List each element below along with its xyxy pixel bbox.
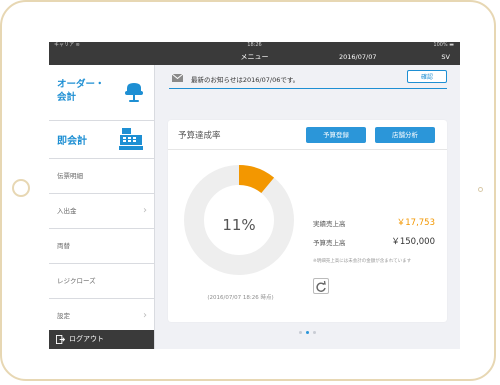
sidebar-item-label: レジクローズ (57, 277, 96, 285)
nav-bar: メニュー 2016/07/07 SV (49, 49, 460, 65)
sidebar-item-label: 設定 (57, 312, 70, 320)
cash-register-icon (119, 128, 143, 150)
logout-icon (56, 335, 65, 344)
page-title: メニュー (240, 53, 269, 61)
actual-sales-label: 実績売上高 (313, 220, 346, 228)
sidebar: オーダー・ 会計 即会計 伝票明細 入出金 › 両替 レジクローズ 設定 › ロ… (49, 65, 155, 349)
card-divider (168, 149, 447, 150)
sidebar-item-cash-in-out[interactable]: 入出金 › (49, 194, 154, 229)
notice-bar: 最新のお知らせは2016/07/06です。 確認 (169, 70, 447, 89)
notice-text: 最新のお知らせは2016/07/06です。 (191, 76, 300, 84)
refresh-icon (316, 280, 326, 292)
status-bar: キャリア ≋ 18:26 100% ▬ (49, 42, 460, 49)
sidebar-item-label: 伝票明細 (57, 172, 83, 180)
battery-indicator: 100% ▬ (433, 42, 454, 48)
sidebar-item-slip-details[interactable]: 伝票明細 (49, 159, 154, 194)
logout-label: ログアウト (69, 335, 104, 343)
confirm-button[interactable]: 確認 (407, 70, 447, 83)
budget-sales-value: ￥150,000 (391, 237, 435, 247)
home-button[interactable] (12, 179, 30, 197)
budget-sales-label: 予算売上高 (313, 239, 346, 247)
sidebar-item-order[interactable]: オーダー・ 会計 (49, 65, 154, 121)
sidebar-item-settings[interactable]: 設定 › (49, 299, 154, 334)
page-dot[interactable] (299, 331, 302, 334)
page-dot[interactable] (313, 331, 316, 334)
sidebar-item-label: 会計 (57, 92, 77, 103)
chevron-right-icon: › (143, 310, 147, 321)
user-name[interactable]: SV (441, 49, 450, 65)
budget-sales-row: 予算売上高 ￥150,000 (313, 237, 435, 247)
budget-title: 予算達成率 (178, 131, 221, 141)
chevron-right-icon: › (143, 205, 147, 216)
page-dot-active[interactable] (306, 331, 309, 334)
sidebar-item-label: 即会計 (57, 136, 87, 147)
store-analysis-button[interactable]: 店舗分析 (375, 127, 435, 143)
mail-icon (172, 74, 183, 82)
sidebar-item-label: 両替 (57, 242, 70, 250)
sidebar-item-exchange[interactable]: 両替 (49, 229, 154, 264)
budget-card: 予算達成率 予算登録 店舗分析 11% (2016/07/07 18:26 時点… (168, 120, 447, 322)
as-of-timestamp: (2016/07/07 18:26 時点) (207, 295, 274, 301)
business-date: 2016/07/07 (339, 53, 377, 61)
logout-button[interactable]: ログアウト (49, 330, 154, 349)
sales-footnote: ※明細売上高には未会計の金額が含まれています (313, 259, 412, 264)
sidebar-item-register-close[interactable]: レジクローズ (49, 264, 154, 299)
refresh-button[interactable] (313, 278, 329, 294)
achievement-percent: 11% (222, 216, 256, 234)
status-time: 18:26 (247, 42, 262, 48)
actual-sales-value: ￥17,753 (396, 218, 435, 228)
chair-icon (125, 83, 143, 102)
sidebar-item-label: 入出金 (57, 207, 77, 215)
actual-sales-row: 実績売上高 ￥17,753 (313, 218, 435, 228)
app-screen: キャリア ≋ 18:26 100% ▬ メニュー 2016/07/07 SV オ… (49, 42, 460, 349)
sidebar-item-quick-checkout[interactable]: 即会計 (49, 121, 154, 159)
page-indicator (299, 331, 323, 335)
budget-register-button[interactable]: 予算登録 (306, 127, 366, 143)
camera-icon (478, 187, 483, 192)
tablet-frame: キャリア ≋ 18:26 100% ▬ メニュー 2016/07/07 SV オ… (0, 0, 496, 381)
sidebar-item-label: オーダー・ (57, 79, 105, 90)
